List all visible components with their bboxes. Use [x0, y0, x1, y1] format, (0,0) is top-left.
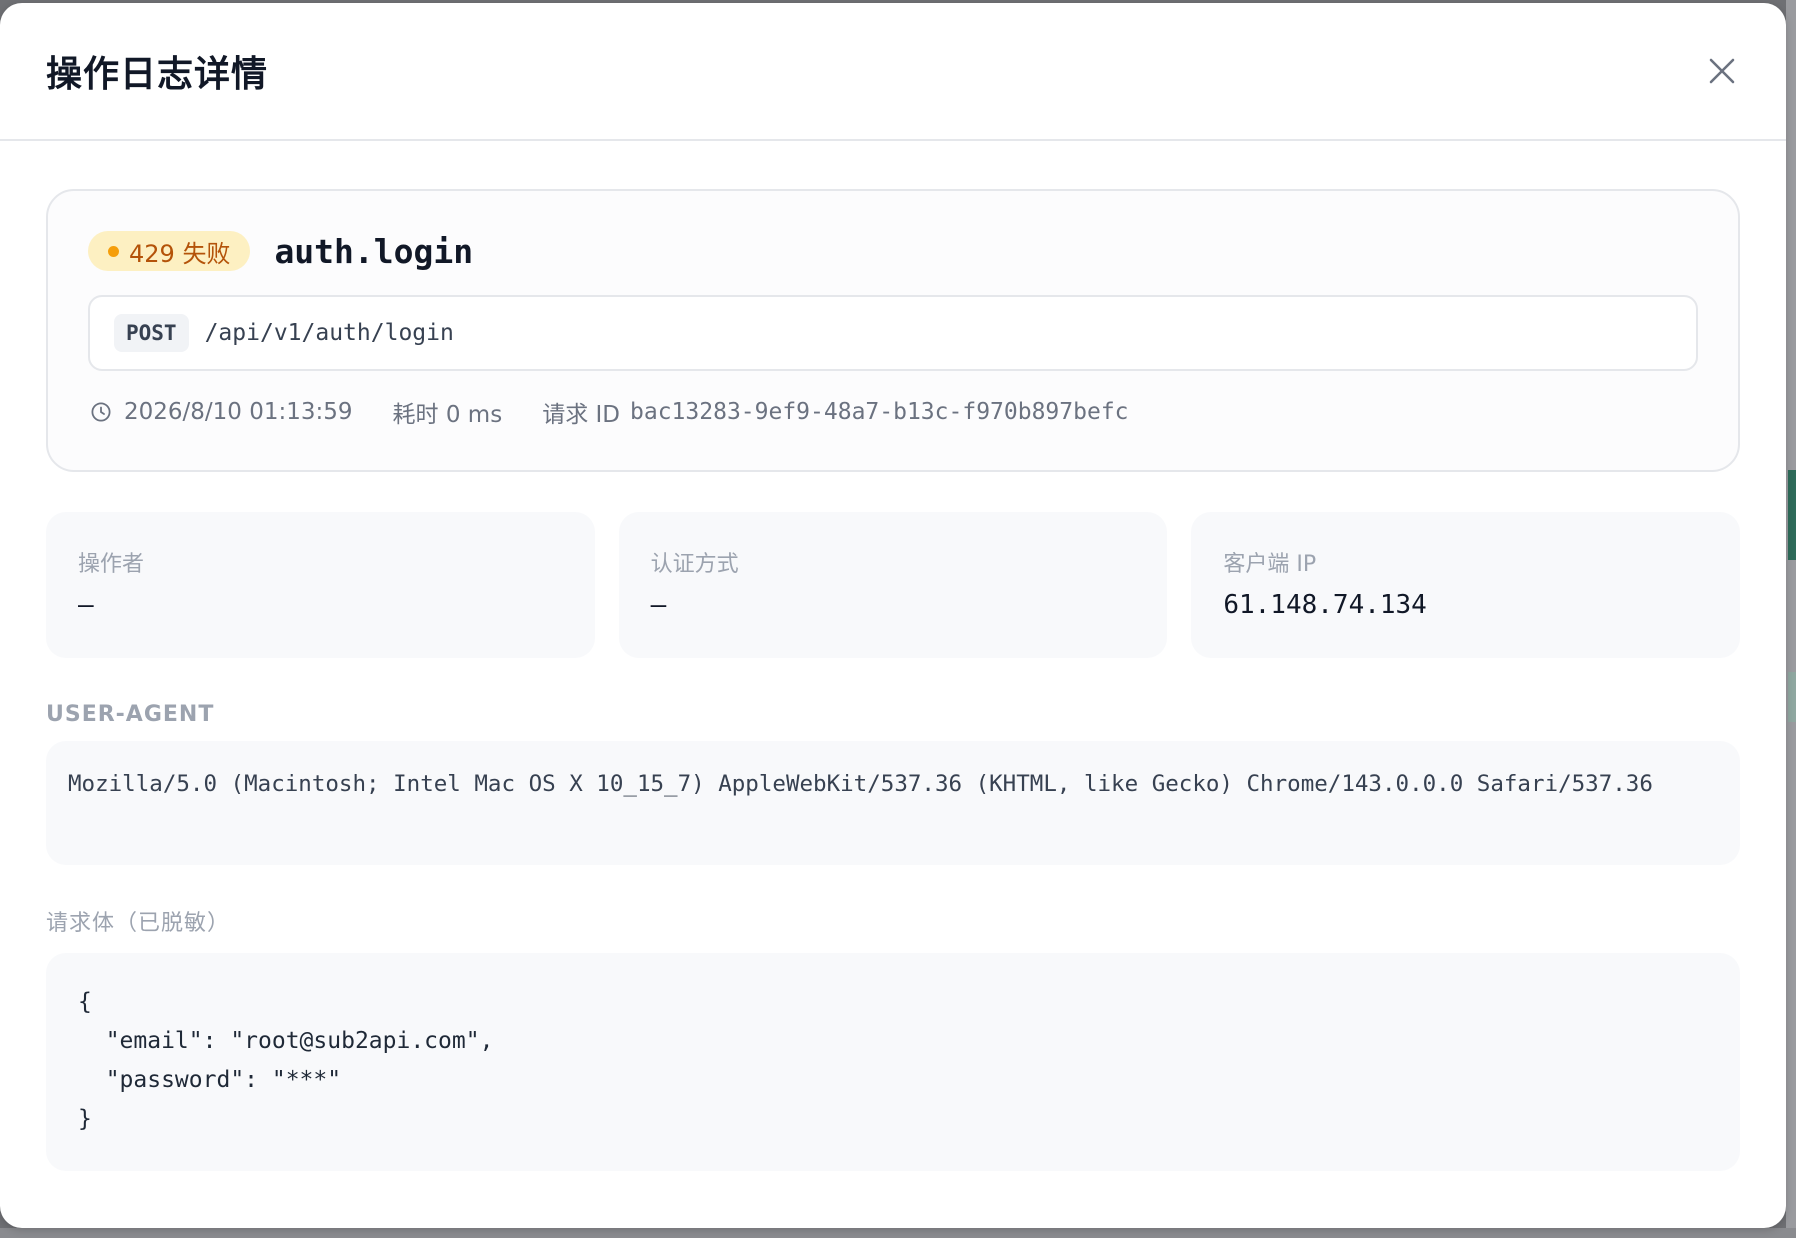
request-id: 请求 ID bac13283-9ef9-48a7-b13c-f970b897be…: [542, 395, 1128, 429]
info-value: —: [78, 590, 94, 620]
log-detail-modal: 操作日志详情 429 失败 auth.login POST /api/v1/au…: [0, 3, 1786, 1228]
request-id-label: 请求 ID: [542, 402, 621, 428]
info-grid: 操作者 — 认证方式 — 客户端 IP 61.148.74.134: [46, 512, 1741, 658]
backdrop-accent: [1788, 470, 1796, 560]
status-badge-label: 429 失败: [129, 239, 231, 268]
backdrop-accent: [1788, 672, 1796, 722]
http-method-badge: POST: [114, 314, 189, 352]
user-agent-label: USER-AGENT: [46, 702, 215, 727]
info-card-operator: 操作者 —: [46, 512, 595, 658]
clock-icon: [90, 401, 112, 423]
request-summary-card: 429 失败 auth.login POST /api/v1/auth/logi…: [46, 189, 1740, 472]
close-icon: [1709, 58, 1735, 84]
timestamp-value: 2026/8/10 01:13:59: [124, 399, 353, 425]
endpoint-box: POST /api/v1/auth/login: [88, 295, 1698, 371]
duration: 耗时 0 ms: [392, 402, 503, 428]
request-id-value: bac13283-9ef9-48a7-b13c-f970b897befc: [630, 399, 1129, 425]
info-label: 客户端 IP: [1223, 552, 1317, 577]
info-value: —: [650, 590, 667, 620]
modal-title: 操作日志详情: [46, 54, 269, 95]
modal-body: 429 失败 auth.login POST /api/v1/auth/logi…: [0, 141, 1786, 1171]
modal-header: 操作日志详情: [0, 3, 1786, 141]
backdrop-edge: [0, 1228, 1796, 1238]
info-value: 61.148.74.134: [1223, 590, 1427, 620]
info-label: 操作者: [78, 552, 145, 577]
backdrop-edge: [1786, 0, 1796, 1238]
timestamp: 2026/8/10 01:13:59: [90, 399, 353, 425]
info-card-client-ip: 客户端 IP 61.148.74.134: [1191, 512, 1741, 658]
info-label: 认证方式: [650, 552, 739, 577]
endpoint-path: /api/v1/auth/login: [204, 320, 454, 346]
close-button[interactable]: [1698, 47, 1746, 95]
summary-top: 429 失败 auth.login: [88, 231, 1698, 271]
status-dot-icon: [108, 245, 119, 257]
request-body-code: { "email": "root@sub2api.com", "password…: [46, 953, 1740, 1171]
request-meta: 2026/8/10 01:13:59 耗时 0 ms 请求 ID bac1328…: [88, 395, 1698, 429]
action-name: auth.login: [274, 231, 474, 271]
info-card-auth-method: 认证方式 —: [618, 512, 1168, 658]
status-badge: 429 失败: [88, 231, 251, 271]
request-body-label: 请求体（已脱敏）: [46, 911, 231, 936]
user-agent-value: Mozilla/5.0 (Macintosh; Intel Mac OS X 1…: [46, 741, 1740, 865]
